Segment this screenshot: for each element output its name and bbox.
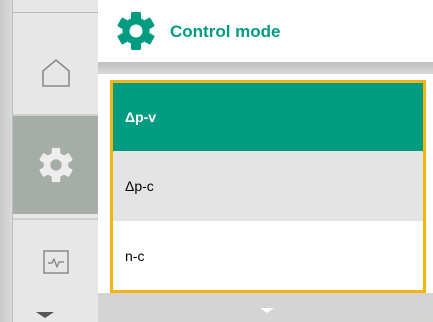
list-item-dp-v[interactable]: Δp-v xyxy=(113,83,423,151)
gear-icon xyxy=(117,12,155,50)
main-panel: Control mode Δp-v Δp-c n-c xyxy=(98,0,433,322)
home-icon xyxy=(41,59,70,87)
list-item-n-c[interactable]: n-c xyxy=(113,221,423,290)
scroll-footer xyxy=(98,293,433,322)
chevron-down-icon[interactable] xyxy=(36,312,54,318)
sidebar-item-settings[interactable] xyxy=(13,116,98,214)
gear-icon xyxy=(39,147,72,183)
page-title: Control mode xyxy=(170,22,281,41)
list-item-label: n-c xyxy=(125,247,145,264)
chevron-down-icon[interactable] xyxy=(260,308,274,313)
sidebar-item-home[interactable] xyxy=(13,36,98,110)
rail-top-divider xyxy=(12,12,98,13)
list-item-label: Δp-v xyxy=(125,109,157,125)
header-divider xyxy=(98,62,433,74)
header: Control mode xyxy=(98,0,433,62)
monitor-icon xyxy=(42,250,69,274)
list-item-dp-c[interactable]: Δp-c xyxy=(113,151,423,221)
sidebar-item-monitor[interactable] xyxy=(13,232,98,292)
option-list: Δp-v Δp-c n-c xyxy=(110,80,426,293)
rail-edge xyxy=(0,0,12,322)
list-item-label: Δp-c xyxy=(125,178,154,194)
navigation-rail xyxy=(0,0,98,322)
rail-divider xyxy=(13,218,98,220)
